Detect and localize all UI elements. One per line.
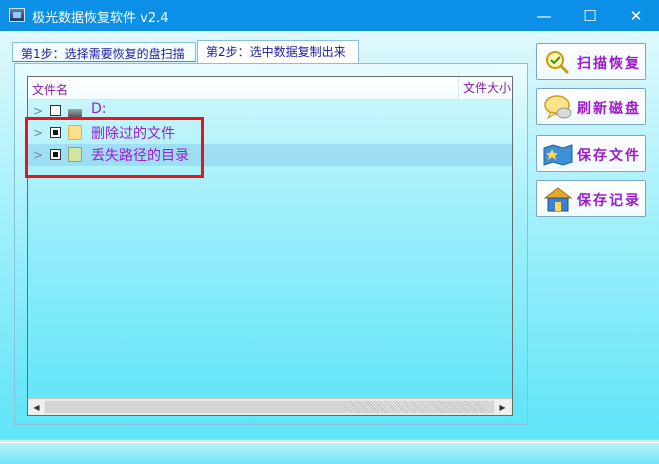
main-client-area: 第1步：选择需要恢复的盘扫描 第2步：选中数据复制出来 文件名 文件大小 > D… [0, 31, 659, 463]
tree-row-label: D: [91, 101, 107, 117]
app-icon [9, 8, 25, 22]
status-bar-divider [0, 442, 659, 445]
column-header: 文件名 文件大小 [28, 77, 512, 100]
row-checkbox[interactable] [50, 105, 61, 116]
scroll-thumb[interactable] [45, 401, 345, 413]
tab-step2-copy[interactable]: 第2步：选中数据复制出来 [197, 40, 359, 63]
column-header-size[interactable]: 文件大小 [458, 77, 511, 99]
window-title: 极光数据恢复软件 v2.4 [32, 11, 169, 26]
save-record-label: 保存记录 [577, 193, 641, 209]
annotation-highlight-box [25, 117, 204, 178]
minimize-button[interactable]: — [521, 0, 567, 31]
save-file-button[interactable]: 保存文件 [536, 135, 646, 172]
scroll-track[interactable] [345, 401, 494, 413]
expand-chevron-icon[interactable]: > [33, 104, 43, 118]
column-header-name[interactable]: 文件名 [32, 81, 68, 98]
save-map-icon [543, 144, 573, 166]
scan-recover-label: 扫描恢复 [577, 56, 641, 72]
scroll-right-button[interactable]: ▶ [495, 400, 510, 414]
tab-step1-scan[interactable]: 第1步：选择需要恢复的盘扫描 [12, 42, 196, 62]
save-file-label: 保存文件 [577, 148, 641, 164]
refresh-disk-label: 刷新磁盘 [577, 101, 641, 117]
title-bar: 极光数据恢复软件 v2.4 — ☐ ✕ [0, 0, 659, 31]
save-record-button[interactable]: 保存记录 [536, 180, 646, 217]
close-button[interactable]: ✕ [613, 0, 659, 31]
refresh-disk-button[interactable]: 刷新磁盘 [536, 88, 646, 125]
horizontal-scrollbar[interactable]: ◀ ▶ [28, 398, 512, 415]
house-icon [543, 187, 573, 212]
drive-icon [68, 109, 82, 117]
scroll-left-button[interactable]: ◀ [29, 400, 44, 414]
status-bar [0, 439, 659, 464]
scan-recover-button[interactable]: 扫描恢复 [536, 43, 646, 80]
magnifier-icon [546, 51, 570, 75]
chat-bubble-icon [544, 95, 572, 120]
maximize-button[interactable]: ☐ [567, 0, 613, 31]
